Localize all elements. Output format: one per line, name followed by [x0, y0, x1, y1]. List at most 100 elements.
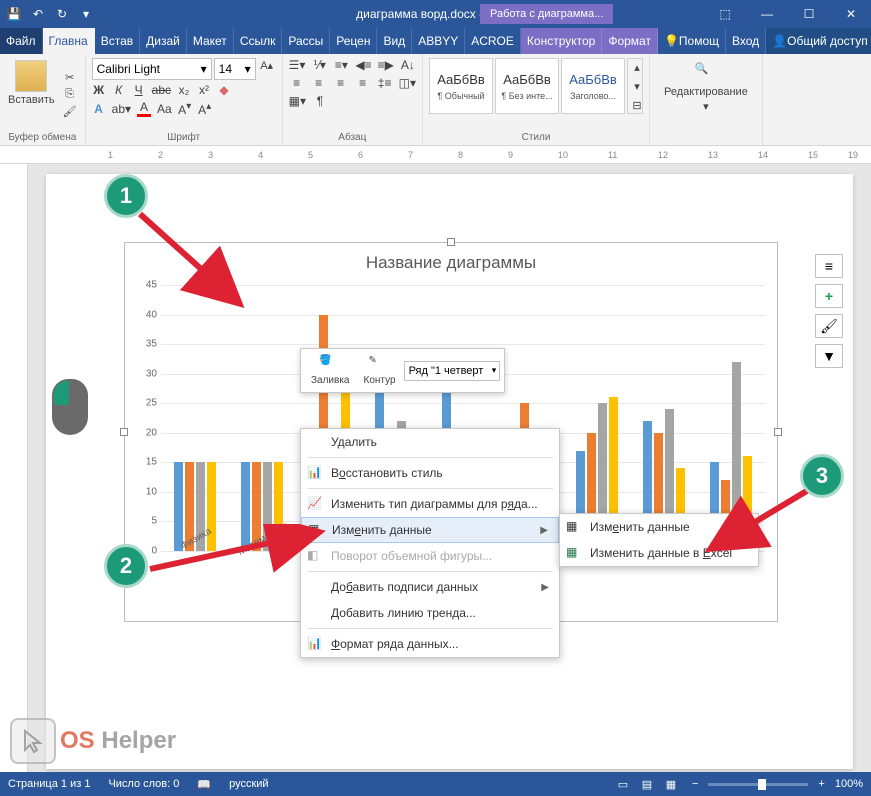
style-no-spacing[interactable]: АаБбВв ¶ Без инте... — [495, 58, 559, 114]
redo-icon[interactable]: ↻ — [54, 6, 70, 22]
show-marks-icon[interactable]: ¶ — [312, 94, 328, 108]
word-count[interactable]: Число слов: 0 — [108, 778, 179, 790]
page-indicator[interactable]: Страница 1 из 1 — [8, 778, 90, 790]
ctx-reset-style[interactable]: 📊 Восстановить стиль — [301, 460, 559, 486]
ctx-change-chart-type[interactable]: 📈 Изменить тип диаграммы для ряда... — [301, 491, 559, 517]
tab-review[interactable]: Рецен — [330, 28, 377, 54]
multilevel-icon[interactable]: ≡▾ — [333, 58, 349, 72]
tab-home[interactable]: Главна — [43, 28, 95, 54]
line-spacing-icon[interactable]: ‡≡ — [377, 76, 393, 90]
qat-more-icon[interactable]: ▾ — [78, 6, 94, 22]
save-icon[interactable]: 💾 — [6, 6, 22, 22]
tab-references[interactable]: Ссылк — [234, 28, 283, 54]
chart-elements-icon[interactable]: + — [815, 284, 843, 308]
tab-chart-design[interactable]: Конструктор — [521, 28, 602, 54]
mouse-cursor-illustration — [52, 379, 88, 435]
justify-icon[interactable]: ≡ — [355, 76, 371, 90]
ctx-edit-data[interactable]: ▦ Изменить данные ▶ — [301, 517, 559, 543]
ctx-format-series[interactable]: 📊 Формат ряда данных... — [301, 631, 559, 657]
zoom-level[interactable]: 100% — [835, 778, 863, 790]
vertical-ruler[interactable] — [0, 164, 28, 774]
increase-indent-icon[interactable]: ≡▶ — [378, 58, 394, 72]
tab-file[interactable]: Файл — [0, 28, 43, 54]
tab-chart-format[interactable]: Формат — [602, 28, 658, 54]
zoom-slider[interactable] — [708, 783, 808, 786]
tab-mailings[interactable]: Рассы — [282, 28, 330, 54]
bold-button[interactable]: Ж — [92, 83, 106, 97]
cut-icon[interactable]: ✂ — [61, 70, 79, 84]
spell-check-icon[interactable]: 📖 — [197, 778, 211, 791]
tab-view[interactable]: Вид — [377, 28, 412, 54]
subscript-button[interactable]: x₂ — [177, 83, 191, 97]
grow-font-icon[interactable]: A▴ — [258, 58, 276, 72]
strike-button[interactable]: abc — [152, 83, 171, 97]
undo-icon[interactable]: ↶ — [30, 6, 46, 22]
shading-icon[interactable]: ◫▾ — [399, 76, 416, 90]
style-normal[interactable]: АаБбВв ¶ Обычный — [429, 58, 493, 114]
ribbon-options-icon[interactable]: ⬚ — [705, 0, 745, 28]
print-layout-icon[interactable]: ▤ — [636, 775, 658, 793]
align-right-icon[interactable]: ≡ — [333, 76, 349, 90]
chart-styles-icon[interactable]: 🖌 — [815, 314, 843, 338]
title-bar: 💾 ↶ ↻ ▾ диаграмма ворд.docx - Word Работ… — [0, 0, 871, 28]
maximize-icon[interactable]: ☐ — [789, 0, 829, 28]
style-up-icon[interactable]: ▴ — [628, 60, 646, 74]
paste-button[interactable]: Вставить — [6, 58, 57, 130]
resize-handle[interactable] — [120, 428, 128, 436]
group-clipboard: Вставить ✂ ⎘ 🖌 Буфер обмена — [0, 54, 86, 145]
sign-in[interactable]: Вход — [726, 28, 766, 54]
zoom-out-icon[interactable]: − — [692, 778, 698, 790]
align-center-icon[interactable]: ≡ — [311, 76, 327, 90]
tab-insert[interactable]: Встав — [95, 28, 140, 54]
style-heading1[interactable]: АаБбВв Заголово... — [561, 58, 625, 114]
style-more-icon[interactable]: ⊟ — [628, 98, 646, 112]
series-selector[interactable]: Ряд "1 четверт — [404, 361, 501, 381]
language-indicator[interactable]: русский — [229, 778, 268, 790]
highlight-icon[interactable]: ab▾ — [112, 102, 131, 116]
change-case-icon[interactable]: Aa — [157, 102, 172, 116]
web-layout-icon[interactable]: ▦ — [660, 775, 682, 793]
chart-layout-icon[interactable]: ≡ — [815, 254, 843, 278]
bullets-icon[interactable]: ☰▾ — [289, 58, 306, 72]
share-button[interactable]: 👤 Общий доступ — [766, 28, 871, 54]
shrink-font-icon[interactable]: A▾ — [178, 101, 192, 117]
font-size-combo[interactable]: 14▾ — [214, 58, 256, 80]
tab-acrobat[interactable]: ACROE — [465, 28, 521, 54]
font-name-combo[interactable]: Calibri Light▾ — [92, 58, 212, 80]
chart-type-icon: 📈 — [307, 496, 323, 512]
text-effects-icon[interactable]: A — [92, 102, 106, 116]
format-painter-icon[interactable]: 🖌 — [61, 104, 79, 118]
align-left-icon[interactable]: ≡ — [289, 76, 305, 90]
read-mode-icon[interactable]: ▭ — [612, 775, 634, 793]
grow-font-icon2[interactable]: A▴ — [198, 101, 212, 117]
tab-design[interactable]: Дизай — [140, 28, 187, 54]
borders-icon[interactable]: ▦▾ — [289, 94, 306, 108]
italic-button[interactable]: К — [112, 83, 126, 97]
decrease-indent-icon[interactable]: ◀≡ — [355, 58, 371, 72]
ctx-add-data-labels[interactable]: Добавить подписи данных ▶ — [301, 574, 559, 600]
tell-me[interactable]: 💡 Помощ — [658, 28, 726, 54]
underline-button[interactable]: Ч — [132, 83, 146, 97]
tab-abbyy[interactable]: ABBYY — [412, 28, 465, 54]
svg-text:2: 2 — [158, 150, 163, 160]
tab-layout[interactable]: Макет — [187, 28, 234, 54]
editing-button[interactable]: 🔍 Редактирование ▾ — [656, 58, 756, 117]
zoom-in-icon[interactable]: + — [818, 778, 824, 790]
chart-filter-icon[interactable]: ▼ — [815, 344, 843, 368]
close-icon[interactable]: ✕ — [831, 0, 871, 28]
resize-handle[interactable] — [447, 238, 455, 246]
sort-icon[interactable]: A↓ — [400, 58, 416, 72]
font-color-icon[interactable]: A — [137, 100, 151, 117]
minimize-icon[interactable]: — — [747, 0, 787, 28]
fill-button[interactable]: 🪣 Заливка — [305, 353, 356, 388]
ctx-delete[interactable]: Удалить — [301, 429, 559, 455]
style-down-icon[interactable]: ▾ — [628, 79, 646, 93]
horizontal-ruler[interactable]: 12345678910111213141519 — [0, 146, 871, 164]
superscript-button[interactable]: x² — [197, 83, 211, 97]
copy-icon[interactable]: ⎘ — [61, 87, 79, 101]
ctx-add-trendline[interactable]: Добавить линию тренда... — [301, 600, 559, 626]
clear-format-icon[interactable]: ◆ — [217, 83, 231, 97]
numbering-icon[interactable]: ⅟▾ — [311, 58, 327, 72]
outline-button[interactable]: ✎ Контур — [358, 353, 402, 388]
resize-handle[interactable] — [774, 428, 782, 436]
